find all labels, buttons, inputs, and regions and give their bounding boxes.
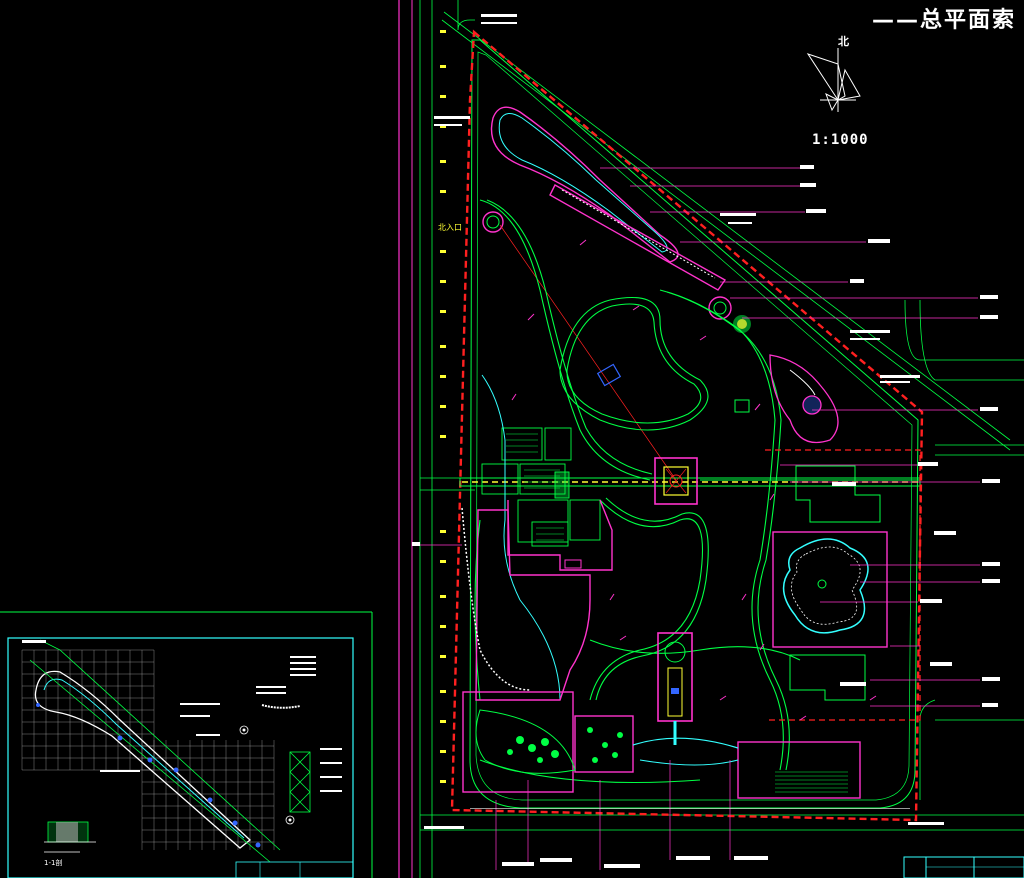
scale-label: 1:1000 — [812, 132, 869, 148]
section-label: 1-1剖 — [44, 859, 63, 867]
north-label: 北 — [838, 35, 849, 48]
gate-label: 北入口 — [438, 223, 462, 232]
detail-viewport — [7, 637, 354, 878]
north-arrow-icon — [806, 48, 861, 112]
viewport-frames — [0, 0, 413, 878]
site-plan — [412, 0, 1024, 878]
drawing-title: ——总平面索 — [872, 8, 1017, 33]
cad-drawing-canvas — [0, 0, 1024, 878]
